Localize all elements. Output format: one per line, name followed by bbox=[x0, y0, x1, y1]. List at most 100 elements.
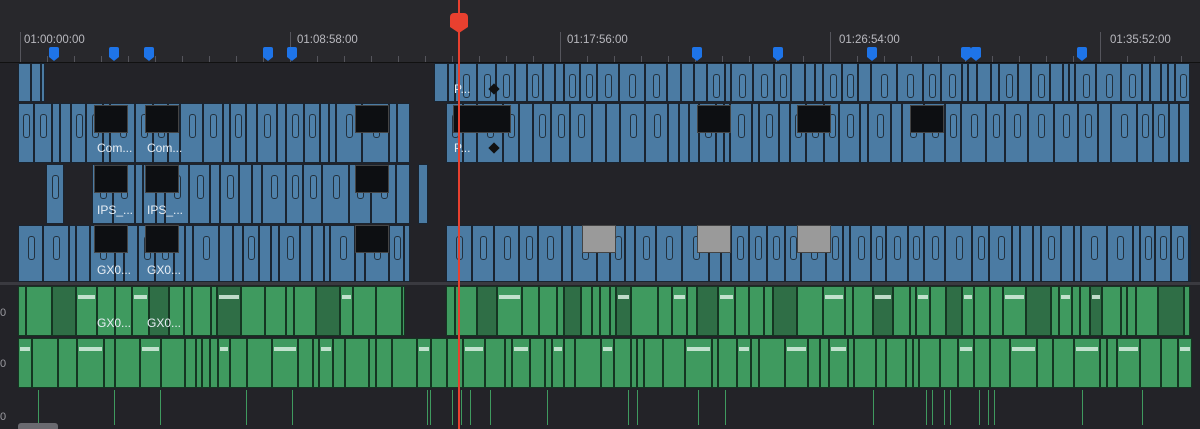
video-clip[interactable] bbox=[52, 103, 60, 163]
video-clip[interactable] bbox=[271, 225, 279, 282]
video-clip[interactable] bbox=[606, 103, 620, 163]
video-clip[interactable] bbox=[839, 103, 860, 163]
video-clip[interactable] bbox=[961, 103, 986, 163]
video-clip[interactable] bbox=[972, 225, 989, 282]
video-clip[interactable] bbox=[1031, 63, 1050, 102]
audio-clip[interactable] bbox=[18, 286, 26, 336]
audio-clip[interactable] bbox=[764, 286, 773, 336]
video-clip[interactable] bbox=[1171, 225, 1189, 282]
video-clip[interactable] bbox=[779, 103, 790, 163]
video-clip[interactable] bbox=[1041, 225, 1061, 282]
video-clip[interactable] bbox=[533, 103, 551, 163]
audio-clip[interactable] bbox=[829, 338, 848, 388]
audio-clip[interactable] bbox=[452, 390, 453, 425]
audio-clip[interactable] bbox=[873, 286, 893, 336]
video-clip[interactable] bbox=[1081, 225, 1107, 282]
audio-clip[interactable] bbox=[230, 338, 247, 388]
audio-clip[interactable] bbox=[944, 390, 945, 425]
audio-clip[interactable] bbox=[974, 286, 990, 336]
audio-clip[interactable] bbox=[616, 286, 631, 336]
video-clip[interactable] bbox=[1142, 63, 1150, 102]
audio-clip[interactable] bbox=[417, 338, 431, 388]
video-clip[interactable] bbox=[1161, 63, 1168, 102]
playhead[interactable] bbox=[458, 0, 460, 429]
video-clip[interactable] bbox=[625, 225, 635, 282]
video-clip[interactable] bbox=[731, 63, 753, 102]
video-clip[interactable] bbox=[41, 63, 45, 102]
audio-clip[interactable] bbox=[685, 338, 712, 388]
video-clip[interactable] bbox=[1012, 225, 1020, 282]
video-clip[interactable] bbox=[243, 225, 259, 282]
audio-clip[interactable] bbox=[628, 390, 629, 425]
audio-clip[interactable] bbox=[140, 338, 161, 388]
audio-clip[interactable] bbox=[184, 286, 192, 336]
video-clip[interactable] bbox=[923, 63, 941, 102]
audio-clip[interactable] bbox=[552, 338, 564, 388]
video-clip[interactable] bbox=[396, 164, 410, 224]
audio-clip[interactable] bbox=[512, 338, 530, 388]
video-clip[interactable] bbox=[731, 225, 749, 282]
audio-clip[interactable] bbox=[979, 390, 980, 425]
video-clip[interactable] bbox=[989, 225, 1012, 282]
audio-clip[interactable] bbox=[845, 286, 853, 336]
marker-icon[interactable] bbox=[263, 47, 273, 61]
video-clip[interactable] bbox=[908, 225, 924, 282]
video-clip[interactable] bbox=[815, 63, 823, 102]
video-clip[interactable] bbox=[220, 164, 239, 224]
video-clip[interactable] bbox=[496, 63, 515, 102]
video-clip[interactable] bbox=[897, 63, 923, 102]
audio-clip[interactable] bbox=[292, 390, 293, 425]
video-clip[interactable] bbox=[1078, 103, 1098, 163]
audio-clip[interactable] bbox=[564, 286, 581, 336]
audio-clip[interactable] bbox=[926, 390, 927, 425]
video-clip[interactable] bbox=[570, 103, 592, 163]
marker-icon[interactable] bbox=[287, 47, 297, 61]
audio-clip[interactable] bbox=[210, 338, 218, 388]
video-clip[interactable] bbox=[389, 225, 404, 282]
video-clip[interactable] bbox=[527, 63, 543, 102]
video-clip[interactable] bbox=[322, 164, 349, 224]
video-clip[interactable] bbox=[1005, 103, 1028, 163]
audio-clip[interactable] bbox=[759, 338, 785, 388]
timeline-scrollbar[interactable] bbox=[18, 423, 58, 429]
video-clip[interactable] bbox=[1054, 103, 1078, 163]
video-clip[interactable] bbox=[562, 225, 572, 282]
video-clip[interactable] bbox=[668, 103, 679, 163]
audio-clip[interactable] bbox=[1107, 338, 1117, 388]
video-clip[interactable] bbox=[635, 225, 656, 282]
audio-clip[interactable] bbox=[697, 286, 718, 336]
audio-clip[interactable] bbox=[241, 286, 265, 336]
audio-clip[interactable] bbox=[1161, 338, 1178, 388]
video-clip[interactable] bbox=[434, 63, 448, 102]
audio-clip[interactable] bbox=[161, 338, 185, 388]
audio-clip[interactable] bbox=[218, 338, 230, 388]
video-clip[interactable] bbox=[871, 225, 886, 282]
video-clip[interactable] bbox=[707, 63, 725, 102]
audio-clip[interactable] bbox=[916, 286, 930, 336]
audio-clip[interactable] bbox=[962, 286, 974, 336]
audio-clip[interactable] bbox=[392, 338, 417, 388]
audio-clip[interactable] bbox=[575, 338, 601, 388]
audio-clip[interactable] bbox=[115, 338, 140, 388]
audio-clip[interactable] bbox=[785, 338, 808, 388]
audio-clip[interactable] bbox=[1136, 286, 1158, 336]
audio-clip[interactable] bbox=[919, 338, 940, 388]
video-clip[interactable] bbox=[303, 164, 322, 224]
audio-clip[interactable] bbox=[581, 286, 592, 336]
audio-clip[interactable] bbox=[1184, 286, 1190, 336]
video-clip[interactable] bbox=[1028, 103, 1054, 163]
video-clip[interactable] bbox=[230, 103, 246, 163]
video-clip[interactable] bbox=[1133, 225, 1140, 282]
video-clip[interactable] bbox=[1137, 103, 1153, 163]
video-clip[interactable] bbox=[246, 103, 257, 163]
audio-clip[interactable] bbox=[369, 338, 376, 388]
audio-clip[interactable] bbox=[52, 286, 76, 336]
audio-clip[interactable] bbox=[1080, 286, 1090, 336]
video-clip[interactable] bbox=[924, 225, 945, 282]
audio-clip[interactable] bbox=[18, 338, 32, 388]
video-clip[interactable] bbox=[1168, 63, 1175, 102]
video-clip[interactable] bbox=[667, 63, 681, 102]
audio-clip[interactable] bbox=[592, 286, 600, 336]
video-clip[interactable] bbox=[977, 63, 991, 102]
marker-icon[interactable] bbox=[49, 47, 59, 61]
